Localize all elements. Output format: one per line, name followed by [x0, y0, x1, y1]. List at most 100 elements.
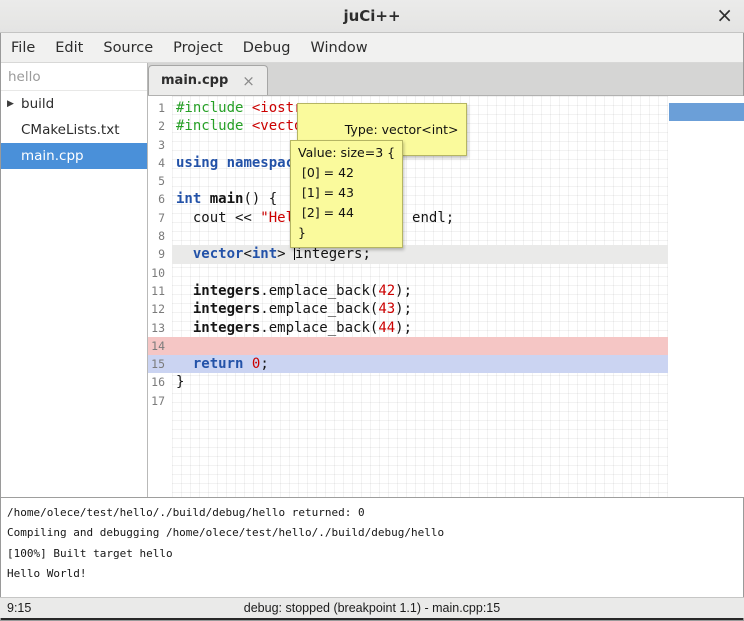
expander-icon[interactable]: ▶ — [7, 99, 21, 109]
terminal-line: /home/olece/test/hello/./build/debug/hel… — [7, 503, 744, 523]
code-line[interactable]: 5 — [148, 172, 668, 190]
app-window: juCi++ × File Edit Source Project Debug Windo… — [0, 0, 744, 621]
code-line[interactable]: 13 integers.emplace_back(44); — [148, 319, 668, 337]
tab-bar: main.cpp × — [148, 63, 744, 96]
code-token: main — [210, 191, 244, 207]
code-line[interactable]: 17 — [148, 392, 668, 410]
tab-label: main.cpp — [161, 73, 228, 88]
code-editor[interactable]: 1#include <iostream>2#include <vector>34… — [148, 96, 744, 497]
code-line[interactable]: 8 — [148, 227, 668, 245]
line-number[interactable]: 7 — [148, 209, 172, 227]
code-token — [176, 246, 193, 262]
menu-project[interactable]: Project — [170, 38, 226, 58]
code-line[interactable]: 10 — [148, 264, 668, 282]
tab-main-cpp[interactable]: main.cpp × — [148, 65, 268, 95]
code-line[interactable]: 4using namespace std; — [148, 154, 668, 172]
code-line[interactable]: 6int main() { — [148, 190, 668, 208]
line-number[interactable]: 15 — [148, 355, 172, 373]
code-line-text: integers.emplace_back(43); — [172, 300, 668, 318]
code-token: < — [243, 246, 251, 262]
line-number[interactable]: 1 — [148, 99, 172, 117]
code-token: ); — [395, 320, 412, 336]
code-token — [201, 191, 209, 207]
main-area: hello ▶build CMakeLists.txt main.cpp main.… — [0, 63, 744, 497]
debug-value-line: [1] = 43 — [298, 183, 395, 203]
line-number[interactable]: 14 — [148, 337, 172, 355]
status-message: debug: stopped (breakpoint 1.1) - main.c… — [0, 598, 744, 618]
menu-file[interactable]: File — [8, 38, 38, 58]
terminal-line: [100%] Built target hello — [7, 544, 744, 564]
line-number[interactable]: 12 — [148, 300, 172, 318]
sidebar-item-cmakelists-txt[interactable]: CMakeLists.txt — [0, 117, 147, 143]
line-number[interactable]: 13 — [148, 319, 172, 337]
menu-debug[interactable]: Debug — [240, 38, 294, 58]
code-line-text — [172, 227, 668, 245]
code-line[interactable]: 9 vector<int> integers; — [148, 245, 668, 263]
titlebar[interactable]: juCi++ × — [0, 0, 744, 33]
line-number[interactable]: 2 — [148, 117, 172, 135]
code-token — [176, 356, 193, 372]
code-token: .emplace_back( — [260, 320, 378, 336]
code-line[interactable]: 12 integers.emplace_back(43); — [148, 300, 668, 318]
code-token: #include — [176, 118, 252, 134]
code-token: ; — [260, 356, 268, 372]
code-line[interactable]: 11 integers.emplace_back(42); — [148, 282, 668, 300]
sidebar-item-build[interactable]: ▶build — [0, 91, 147, 117]
line-number[interactable]: 8 — [148, 227, 172, 245]
code-token: > — [277, 246, 294, 262]
code-token — [176, 301, 193, 317]
line-number[interactable]: 16 — [148, 373, 172, 391]
tab-close-icon[interactable]: × — [242, 72, 255, 90]
menu-window[interactable]: Window — [307, 38, 370, 58]
debug-value-line: [0] = 42 — [298, 163, 395, 183]
window-title: juCi++ — [0, 0, 744, 32]
code-token — [176, 283, 193, 299]
code-token: 42 — [378, 283, 395, 299]
file-tree: ▶build CMakeLists.txt main.cpp — [0, 91, 147, 169]
code-token: } — [176, 374, 184, 390]
tree-item-label: build — [21, 96, 54, 112]
sidebar-item-main-cpp[interactable]: main.cpp — [0, 143, 147, 169]
line-number[interactable]: 17 — [148, 392, 172, 410]
code-token: integers — [193, 283, 260, 299]
line-number[interactable]: 11 — [148, 282, 172, 300]
code-line[interactable]: 16} — [148, 373, 668, 391]
code-token: integers — [193, 301, 260, 317]
debug-value-line: } — [298, 223, 395, 243]
code-token: return — [193, 356, 244, 372]
code-token: int — [176, 191, 201, 207]
tree-item-label: CMakeLists.txt — [21, 122, 120, 138]
output-terminal[interactable]: /home/olece/test/hello/./build/debug/hel… — [0, 497, 744, 597]
code-token: #include — [176, 100, 252, 116]
debug-value-line: [2] = 44 — [298, 203, 395, 223]
code-line-text: int main() { — [172, 190, 668, 208]
line-number[interactable]: 4 — [148, 154, 172, 172]
project-root[interactable]: hello — [0, 63, 147, 91]
code-line-text — [172, 337, 668, 355]
menu-edit[interactable]: Edit — [52, 38, 86, 58]
menubar: File Edit Source Project Debug Window — [0, 33, 744, 63]
scrollbar-thumb[interactable] — [669, 103, 744, 121]
terminal-line: Compiling and debugging /home/olece/test… — [7, 523, 744, 543]
code-token: vector — [193, 246, 244, 262]
window-close-icon[interactable]: × — [716, 0, 733, 31]
file-tree-panel: hello ▶build CMakeLists.txt main.cpp — [0, 63, 148, 497]
code-line-text: return 0; — [172, 355, 668, 373]
menu-source[interactable]: Source — [100, 38, 156, 58]
code-token — [176, 320, 193, 336]
code-line-text: vector<int> integers; — [172, 245, 668, 263]
debug-value-tooltip: Value: size=3 { [0] = 42 [1] = 43 [2] = … — [290, 140, 403, 248]
terminal-line: Hello World! — [7, 564, 744, 584]
line-number[interactable]: 5 — [148, 172, 172, 190]
code-token — [243, 356, 251, 372]
line-number[interactable]: 9 — [148, 245, 172, 263]
line-number[interactable]: 3 — [148, 136, 172, 154]
code-line[interactable]: 15 return 0; — [148, 355, 668, 373]
line-number[interactable]: 10 — [148, 264, 172, 282]
code-line-text: using namespace std; — [172, 154, 668, 172]
line-number[interactable]: 6 — [148, 190, 172, 208]
code-token: () { — [243, 191, 277, 207]
code-line-text — [172, 172, 668, 190]
code-line[interactable]: 7 cout << "Hello World!" << endl; — [148, 209, 668, 227]
code-line[interactable]: 14 — [148, 337, 668, 355]
